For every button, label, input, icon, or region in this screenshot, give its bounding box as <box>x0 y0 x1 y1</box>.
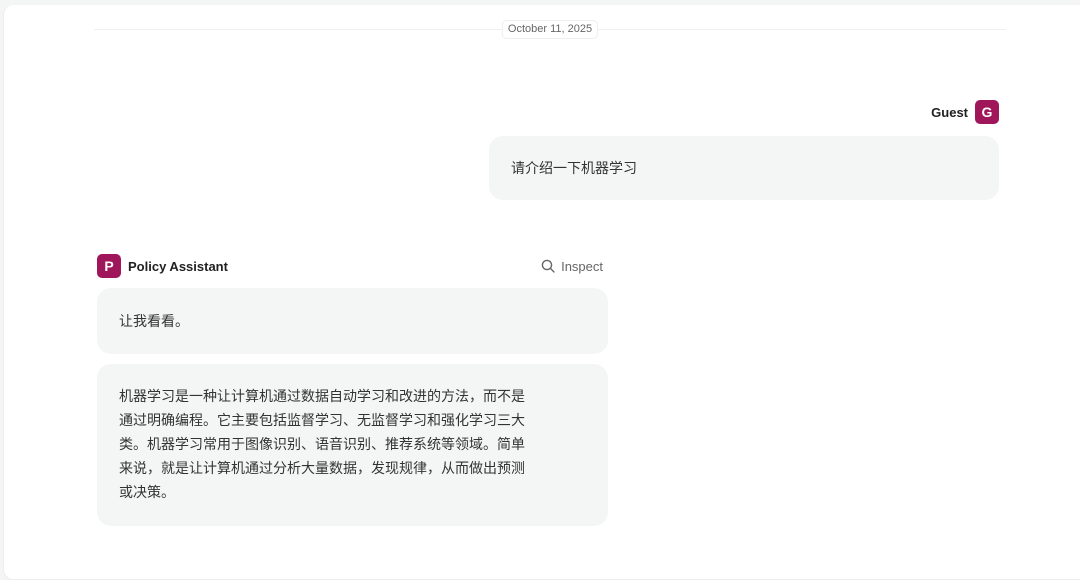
user-name: Guest <box>931 104 968 120</box>
assistant-name: Policy Assistant <box>128 258 228 274</box>
inspect-label: Inspect <box>561 258 603 274</box>
user-avatar: G <box>975 100 999 124</box>
search-icon <box>541 259 555 273</box>
user-message-bubble: 请介绍一下机器学习 <box>489 136 999 200</box>
assistant-message-header: P Policy Assistant Inspect <box>97 254 609 278</box>
date-divider: October 11, 2025 <box>94 20 1006 39</box>
date-label: October 11, 2025 <box>501 20 599 39</box>
user-message-text: 请介绍一下机器学习 <box>511 160 637 176</box>
assistant-avatar: P <box>97 254 121 278</box>
assistant-answer-text: 机器学习是一种让计算机通过数据自动学习和改进的方法，而不是通过明确编程。它主要包… <box>119 388 525 500</box>
assistant-thinking-bubble: 让我看看。 <box>97 288 608 354</box>
inspect-button[interactable]: Inspect <box>541 259 603 274</box>
assistant-answer-bubble: 机器学习是一种让计算机通过数据自动学习和改进的方法，而不是通过明确编程。它主要包… <box>97 364 608 526</box>
user-message-header: Guest G <box>931 100 999 124</box>
assistant-thinking-text: 让我看看。 <box>119 313 189 329</box>
chat-panel: October 11, 2025 Guest G 请介绍一下机器学习 P Pol… <box>3 5 1080 580</box>
